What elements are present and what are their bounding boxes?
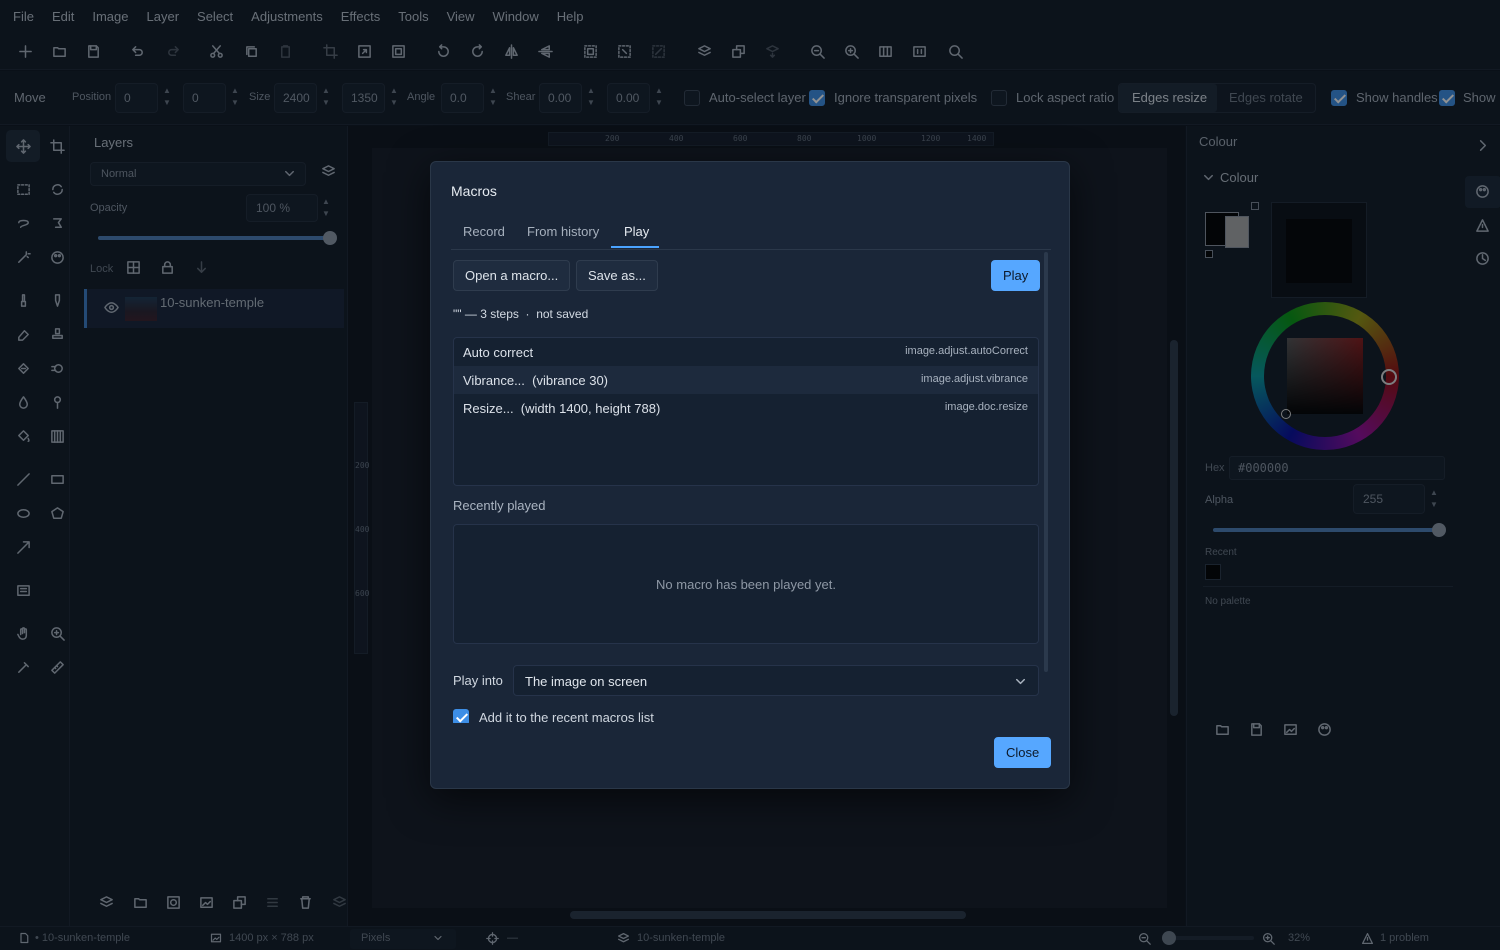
step-command-id: image.adjust.autoCorrect <box>905 345 1028 357</box>
dialog-title: Macros <box>451 183 497 199</box>
step-command-id: image.adjust.vibrance <box>920 373 1028 385</box>
close-button[interactable]: Close <box>994 737 1052 768</box>
step-name: Auto correct <box>463 345 534 360</box>
step-command-id: image.doc.resize <box>944 401 1028 413</box>
play-into-label: Play into <box>453 673 503 688</box>
recently-played-list: No macro has been played yet. <box>453 524 1039 644</box>
play-into-value: The image on screen <box>525 674 648 689</box>
chevron-down-icon <box>1013 674 1028 689</box>
add-recent-option: Add it to the recent macros list <box>453 709 1053 723</box>
dialog-scrollbar[interactable] <box>1044 252 1048 672</box>
empty-state-text: No macro has been played yet. <box>656 577 836 592</box>
step-name: Resize... (width 1400, height 788) <box>463 401 661 416</box>
macro-info: "" — 3 steps · not saved <box>453 307 589 321</box>
list-item[interactable]: Auto correct image.adjust.autoCorrect <box>454 338 1038 366</box>
macro-steps-list: Auto correct image.adjust.autoCorrect Vi… <box>453 337 1039 486</box>
tab-from-history[interactable]: From history <box>527 224 599 239</box>
open-macro-button[interactable]: Open a macro... <box>453 260 571 291</box>
active-tab-indicator <box>611 246 659 248</box>
macros-dialog: Macros Record From history Play Open a m… <box>430 161 1070 789</box>
tab-play[interactable]: Play <box>624 224 649 239</box>
tab-record[interactable]: Record <box>463 224 505 239</box>
list-item[interactable]: Resize... (width 1400, height 788) image… <box>454 394 1038 422</box>
recently-played-heading: Recently played <box>453 498 546 513</box>
save-as-button[interactable]: Save as... <box>576 260 658 291</box>
add-recent-label: Add it to the recent macros list <box>479 710 654 723</box>
dialog-tabs: Record From history Play <box>451 218 1051 250</box>
add-recent-checkbox[interactable] <box>453 709 469 723</box>
play-into-select[interactable]: The image on screen <box>513 665 1039 696</box>
play-button[interactable]: Play <box>991 260 1041 291</box>
step-name: Vibrance... (vibrance 30) <box>463 373 608 388</box>
list-item[interactable]: Vibrance... (vibrance 30) image.adjust.v… <box>454 366 1038 394</box>
